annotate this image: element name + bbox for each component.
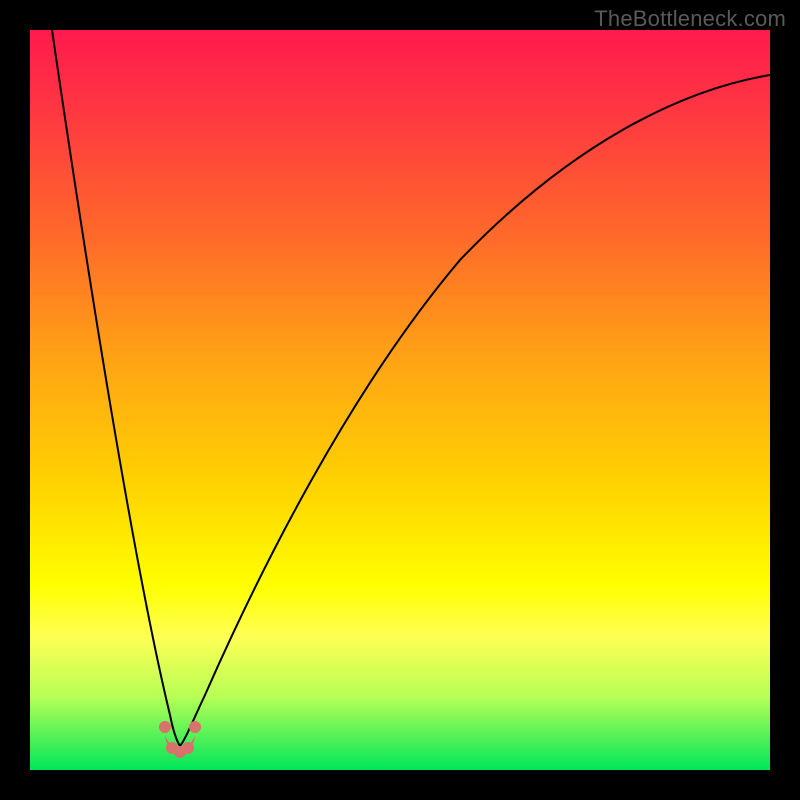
watermark-text: TheBottleneck.com: [594, 6, 786, 32]
chart-plot-area: [30, 30, 770, 770]
curve-right-arm: [180, 75, 770, 746]
bottleneck-curve: [30, 30, 770, 770]
curve-left-arm: [52, 30, 180, 746]
marker-dot: [159, 721, 171, 733]
marker-dot: [182, 742, 194, 754]
marker-dot: [189, 721, 201, 733]
